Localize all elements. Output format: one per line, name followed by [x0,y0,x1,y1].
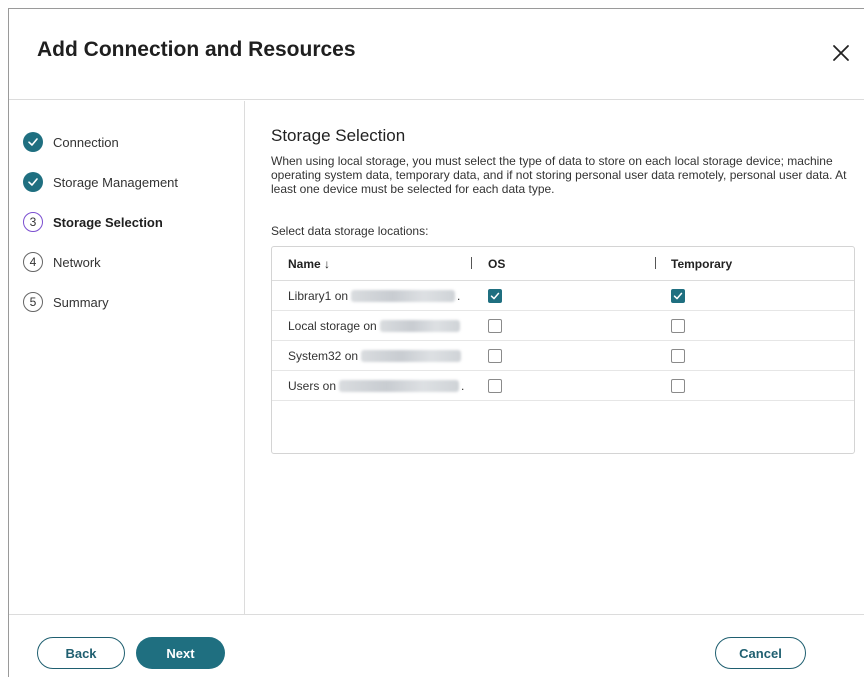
column-divider[interactable] [471,257,472,269]
step-number-badge: 3 [23,212,43,232]
dialog-header: Add Connection and Resources [9,9,864,100]
step-number-badge: 5 [23,292,43,312]
table-row[interactable]: Library1 on . [272,281,854,311]
os-checkbox[interactable] [488,349,502,363]
step-label: Storage Management [53,174,179,190]
temporary-checkbox[interactable] [671,289,685,303]
temporary-checkbox[interactable] [671,349,685,363]
storage-selection-panel: Storage Selection When using local stora… [246,101,864,614]
storage-locations-table: Name ↓ OS Temporary Library1 on . Local … [271,246,855,454]
os-checkbox[interactable] [488,289,502,303]
redacted-host [379,320,460,332]
storage-name: System32 on [288,349,359,363]
redacted-host [361,350,462,362]
table-header: Name ↓ OS Temporary [272,247,854,281]
step-storage-management[interactable]: Storage Management [23,171,178,193]
select-locations-label: Select data storage locations: [271,224,429,238]
temporary-checkbox[interactable] [671,319,685,333]
redacted-host [351,290,456,302]
back-button[interactable]: Back [37,637,125,669]
checkmark-icon [23,132,43,152]
redacted-host [339,380,460,392]
step-connection[interactable]: Connection [23,131,119,153]
close-icon[interactable] [829,41,853,65]
step-storage-selection[interactable]: 3 Storage Selection [23,211,163,233]
column-divider[interactable] [655,257,656,269]
storage-name-cell: Library1 on . [288,289,461,303]
os-checkbox[interactable] [488,319,502,333]
step-label: Summary [53,294,109,310]
storage-name: Library1 on [288,289,349,303]
step-label: Network [53,254,101,270]
storage-name-cell: System32 on [288,349,462,363]
step-number-badge: 4 [23,252,43,272]
dialog-title: Add Connection and Resources [37,38,356,61]
column-header-os[interactable]: OS [488,257,505,271]
storage-name-cell: Local storage on [288,319,460,333]
wizard-steps-sidebar: Connection Storage Management 3 Storage … [9,101,245,614]
step-label: Connection [53,134,119,150]
add-connection-dialog: Add Connection and Resources Connection … [8,8,864,677]
temporary-checkbox[interactable] [671,379,685,393]
step-network[interactable]: 4 Network [23,251,101,273]
table-row[interactable]: System32 on [272,341,854,371]
step-summary[interactable]: 5 Summary [23,291,109,313]
table-row[interactable]: Local storage on [272,311,854,341]
section-title: Storage Selection [271,126,406,145]
column-header-temporary[interactable]: Temporary [671,257,732,271]
cancel-button[interactable]: Cancel [715,637,806,669]
next-button[interactable]: Next [136,637,225,669]
section-description: When using local storage, you must selec… [271,154,847,196]
column-header-name[interactable]: Name ↓ [288,257,330,271]
step-label: Storage Selection [53,214,163,230]
checkmark-icon [23,172,43,192]
storage-name-cell: Users on . [288,379,465,393]
table-row[interactable]: Users on . [272,371,854,401]
dialog-footer: Back Next Cancel [9,614,864,678]
storage-name: Local storage on [288,319,377,333]
os-checkbox[interactable] [488,379,502,393]
storage-name: Users on [288,379,337,393]
